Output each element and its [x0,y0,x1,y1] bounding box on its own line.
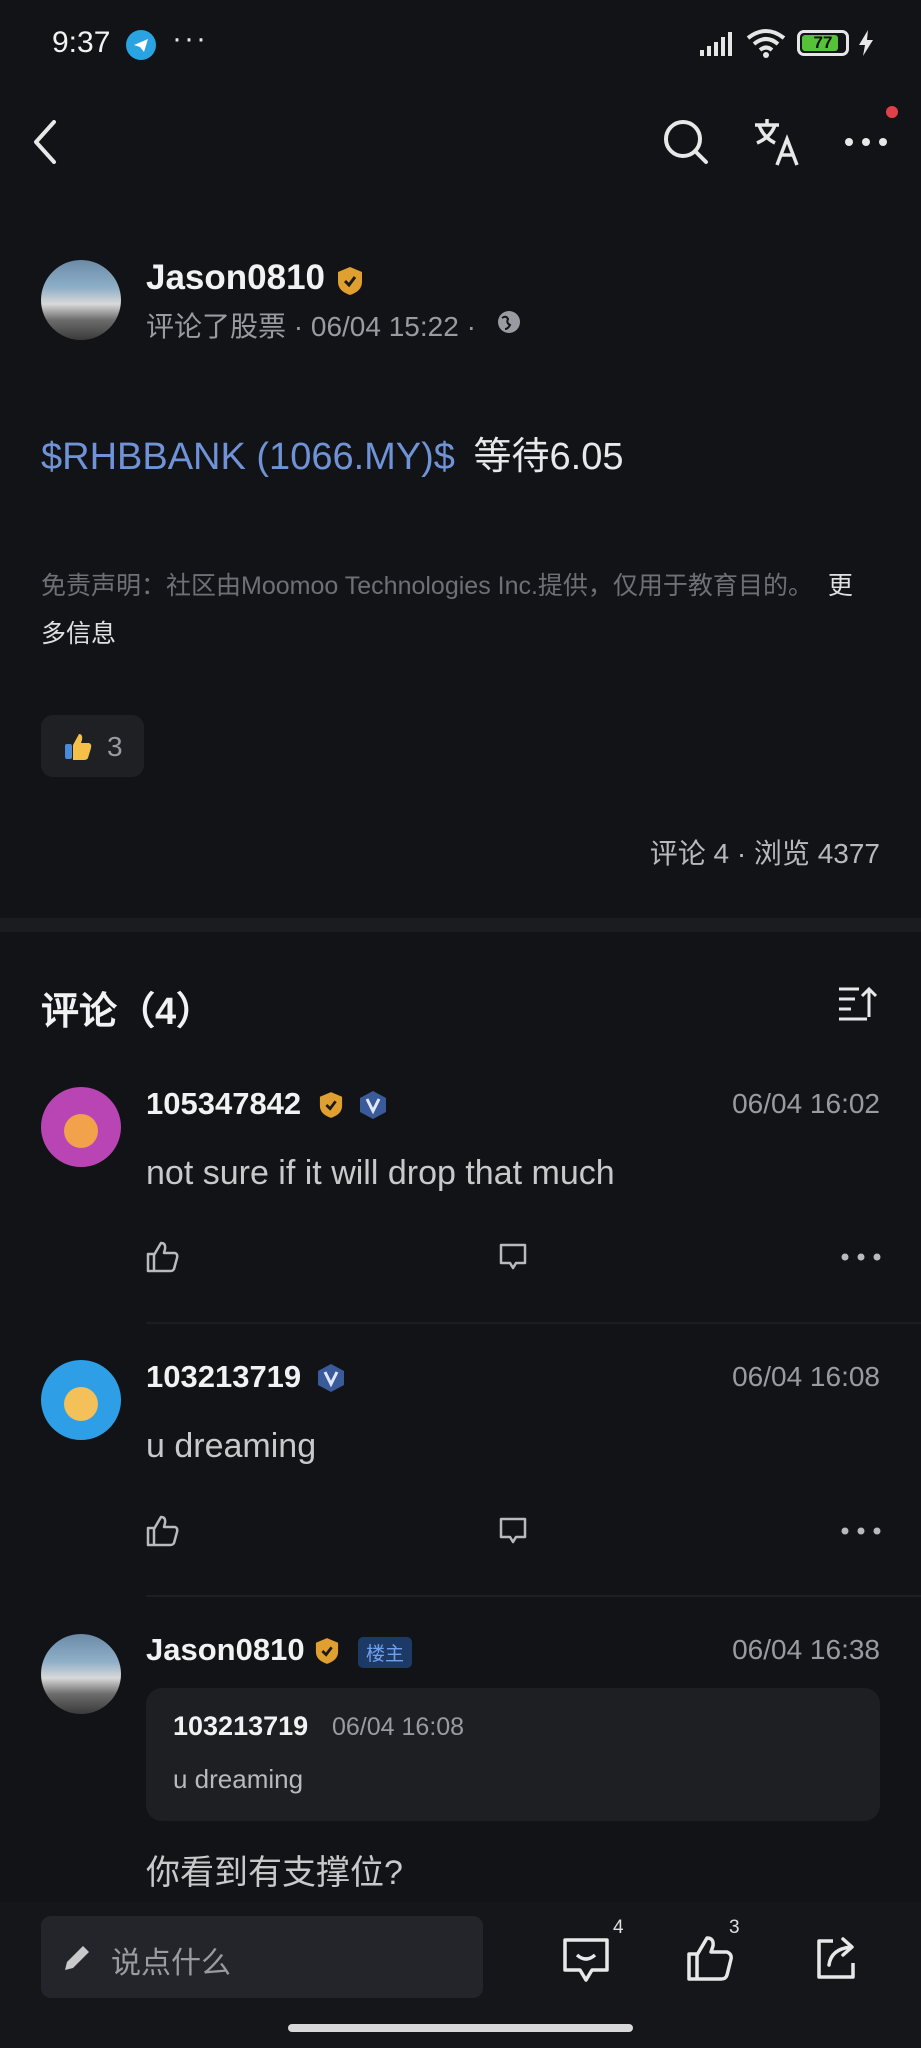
quoted-text: u dreaming [173,1764,304,1794]
battery-icon: 77 [797,30,849,56]
translate-icon [755,119,799,166]
commenter-name[interactable]: 103213719 [146,1359,301,1395]
pencil-icon [65,1946,89,1970]
vip-badge-icon [318,1364,344,1392]
commenter-name[interactable]: 105347842 [146,1086,301,1122]
battery-level: 77 [813,33,833,52]
status-bar: 9:37 ··· 77 [0,0,921,92]
share-button[interactable] [806,1928,866,1988]
thumbs-up-emoji-icon [65,734,92,760]
comment-text: not sure if it will drop that much [146,1154,615,1192]
home-indicator [288,2024,633,2032]
commenter-avatar[interactable] [41,1634,121,1714]
sort-button[interactable] [832,978,882,1028]
likes-count: 3 [729,1917,740,1938]
comment-divider [146,1595,921,1597]
more-icon [841,1253,881,1261]
comment-reply-button[interactable] [490,1232,536,1282]
quoted-user: 103213719 [173,1711,309,1741]
comment-like-button[interactable] [140,1506,186,1556]
thumbs-up-icon [146,1241,179,1273]
vip-badge-icon [360,1091,386,1119]
comment-reply-button[interactable] [490,1506,536,1556]
commenter-name[interactable]: Jason0810 [146,1632,305,1668]
notification-dot [886,106,898,118]
reply-icon [499,1517,527,1544]
signal-icon [700,32,732,56]
share-icon [817,1937,855,1979]
back-button[interactable] [20,112,70,172]
comment-more-button[interactable] [836,1232,886,1282]
globe-icon [498,311,520,333]
charging-icon [859,30,873,56]
more-icon [841,1527,881,1535]
comments-count: 4 [613,1917,624,1938]
thumbs-up-icon [687,1936,733,1981]
comment-input[interactable]: 说点什么 [41,1916,483,1998]
back-icon [34,120,56,164]
comment-time: 06/04 16:08 [732,1361,880,1392]
post-stats: 评论 4 · 浏览 4377 [649,838,880,869]
top-nav [0,92,921,192]
stock-link[interactable]: $RHBBANK (1066.MY)$ [41,436,455,478]
reaction-count: 3 [107,731,123,762]
verified-badge-icon [319,1092,343,1118]
comment-icon [563,1938,609,1982]
disclaimer-text: 免责声明：社区由Moomoo Technologies Inc.提供，仅用于教育… [41,572,813,600]
status-more-indicator: ··· [172,22,208,55]
wifi-icon [746,29,786,58]
post-content: $RHBBANK (1066.MY)$ 等待6.05 [41,425,623,480]
disclaimer: 免责声明：社区由Moomoo Technologies Inc.提供，仅用于教育… [41,562,861,658]
section-divider [0,918,921,932]
author-name[interactable]: Jason0810 [146,258,325,298]
post-meta: 评论了股票 · 06/04 15:22 · [146,311,476,342]
translate-button[interactable] [746,112,806,172]
comment-more-button[interactable] [836,1506,886,1556]
more-options-button[interactable] [836,112,896,172]
comment-time: 06/04 16:02 [732,1088,880,1119]
comment-time: 06/04 16:38 [732,1634,880,1665]
commenter-avatar[interactable] [41,1087,121,1167]
more-icon [845,138,887,146]
comments-button[interactable] [556,1930,616,1990]
status-time: 9:37 [52,26,111,59]
commenter-avatar[interactable] [41,1360,121,1440]
owner-tag: 楼主 [358,1637,413,1668]
quoted-comment[interactable]: 103213719 06/04 16:08 u dreaming [146,1688,880,1821]
comment-input-placeholder: 说点什么 [111,1947,231,1980]
sort-icon [839,986,877,1021]
telegram-icon [126,30,156,60]
search-button[interactable] [656,112,716,172]
comment-text: u dreaming [146,1427,317,1465]
comments-title: 评论（4） [41,991,215,1033]
comment-divider [146,1322,921,1324]
reaction-chip[interactable]: 3 [41,715,144,777]
comment-text: 你看到有支撑位? [146,1854,403,1892]
verified-badge-icon [315,1638,339,1664]
thumbs-up-icon [146,1515,179,1547]
post-text: 等待6.05 [473,436,624,478]
quoted-time: 06/04 16:08 [332,1713,465,1741]
author-avatar[interactable] [41,260,121,340]
verified-badge-icon [338,267,362,295]
search-icon [664,120,708,164]
reply-icon [499,1243,527,1270]
comment-like-button[interactable] [140,1232,186,1282]
